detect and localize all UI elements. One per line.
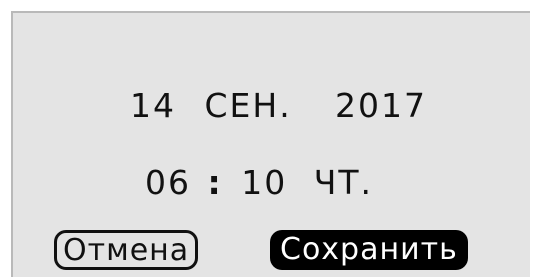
save-button[interactable]: Сохранить	[270, 230, 468, 270]
year-value[interactable]: 2017	[335, 86, 427, 125]
day-value[interactable]: 14	[130, 86, 192, 125]
weekday-value: ЧТ.	[313, 163, 373, 202]
time-separator: :	[207, 163, 223, 202]
date-display: 14 СЕН. 2017	[130, 86, 427, 125]
minutes-value[interactable]: 10	[241, 163, 287, 202]
time-display: 06 : 10 ЧТ.	[145, 163, 373, 202]
cancel-button[interactable]: Отмена	[54, 230, 199, 270]
month-value[interactable]: СЕН.	[205, 86, 323, 125]
hours-value[interactable]: 06	[145, 163, 191, 202]
